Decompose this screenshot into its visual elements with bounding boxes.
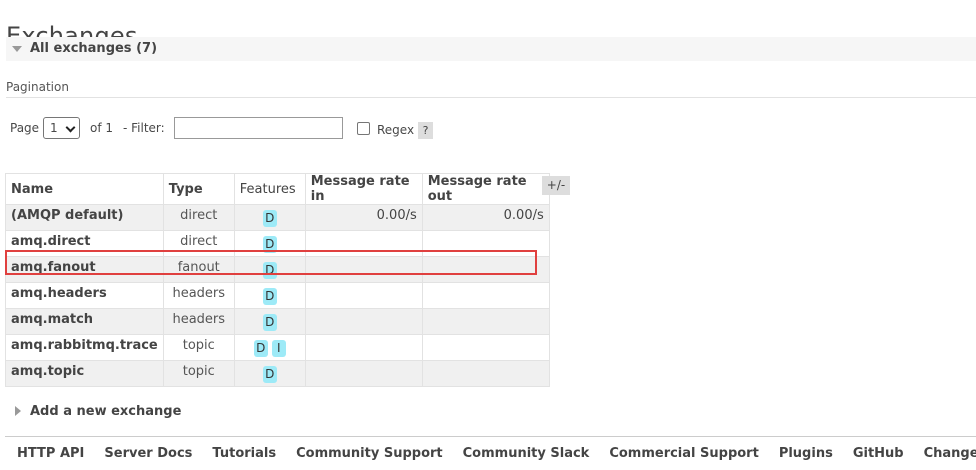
- exchange-name-link[interactable]: amq.rabbitmq.trace: [5, 334, 164, 361]
- message-rate-out: 0.00/s: [421, 204, 550, 231]
- features-cell: D: [233, 360, 306, 387]
- page-count-label: of 1: [90, 121, 114, 135]
- section-title: All exchanges (7): [30, 41, 158, 56]
- features-cell: D: [233, 282, 306, 309]
- features-cell: D: [233, 204, 306, 231]
- features-cell: D: [233, 230, 306, 257]
- footer-link[interactable]: Tutorials: [212, 446, 276, 461]
- table-row[interactable]: amq.rabbitmq.trace topic D I: [5, 334, 550, 361]
- features-cell: D: [233, 308, 306, 335]
- table-row[interactable]: amq.direct direct D: [5, 230, 550, 257]
- footer-link[interactable]: HTTP API: [17, 446, 84, 461]
- regex-help-button[interactable]: ?: [418, 122, 433, 139]
- filter-label: - Filter:: [123, 121, 165, 135]
- column-header-features: Features: [233, 173, 306, 205]
- exchange-type: headers: [162, 308, 235, 335]
- exchange-name-link[interactable]: amq.fanout: [5, 256, 164, 283]
- pagination-heading: Pagination: [6, 80, 69, 94]
- message-rate-out: [421, 334, 550, 361]
- footer-link[interactable]: Commercial Support: [609, 446, 759, 461]
- chevron-down-icon: [65, 122, 76, 133]
- exchange-type: topic: [162, 334, 235, 361]
- table-row[interactable]: amq.match headers D: [5, 308, 550, 335]
- message-rate-in: [304, 230, 423, 257]
- feature-badge: D: [262, 288, 277, 305]
- exchanges-table: Name Type Features Message rate in Messa…: [5, 173, 550, 387]
- footer-link[interactable]: Server Docs: [104, 446, 192, 461]
- column-header-type[interactable]: Type: [162, 173, 235, 205]
- message-rate-in: [304, 256, 423, 283]
- feature-badge: D: [262, 366, 277, 383]
- exchange-type: topic: [162, 360, 235, 387]
- message-rate-in: [304, 282, 423, 309]
- message-rate-in: [304, 360, 423, 387]
- footer-link[interactable]: Community Slack: [463, 446, 590, 461]
- exchange-type: headers: [162, 282, 235, 309]
- exchange-type: fanout: [162, 256, 235, 283]
- table-header-row: Name Type Features Message rate in Messa…: [5, 173, 550, 205]
- column-header-rate-in[interactable]: Message rate in: [304, 173, 423, 205]
- feature-badge: D: [262, 210, 277, 227]
- add-exchange-section-header[interactable]: Add a new exchange: [30, 404, 181, 419]
- page-select[interactable]: 1: [43, 117, 80, 139]
- table-row[interactable]: amq.fanout fanout D: [5, 256, 550, 283]
- column-header-rate-out[interactable]: Message rate out: [421, 173, 550, 205]
- all-exchanges-section-header[interactable]: All exchanges (7): [6, 37, 976, 61]
- features-cell: DI: [233, 334, 306, 361]
- column-header-name[interactable]: Name: [5, 173, 164, 205]
- table-row[interactable]: amq.headers headers D: [5, 282, 550, 309]
- message-rate-out: [421, 282, 550, 309]
- footer: HTTP API Server Docs Tutorials Community Su…: [17, 446, 976, 461]
- feature-badge: D: [262, 262, 277, 279]
- exchange-name-link[interactable]: (AMQP default): [5, 204, 164, 231]
- exchange-type: direct: [162, 230, 235, 257]
- message-rate-in: [304, 308, 423, 335]
- message-rate-out: [421, 360, 550, 387]
- expand-triangle-icon: [15, 406, 21, 416]
- exchange-name-link[interactable]: amq.topic: [5, 360, 164, 387]
- message-rate-in: [304, 334, 423, 361]
- divider: [6, 97, 976, 98]
- regex-checkbox[interactable]: [357, 122, 370, 135]
- features-cell: D: [233, 256, 306, 283]
- message-rate-out: [421, 256, 550, 283]
- page-label: Page: [10, 121, 40, 135]
- message-rate-out: [421, 230, 550, 257]
- message-rate-out: [421, 308, 550, 335]
- page-select-value: 1: [50, 121, 58, 135]
- filter-input[interactable]: [174, 117, 343, 139]
- regex-label: Regex: [377, 123, 415, 137]
- feature-badge: D: [262, 236, 277, 253]
- exchange-name-link[interactable]: amq.match: [5, 308, 164, 335]
- table-row[interactable]: (AMQP default) direct D 0.00/s 0.00/s: [5, 204, 550, 231]
- footer-link[interactable]: Plugins: [779, 446, 833, 461]
- feature-badge: D: [262, 314, 277, 331]
- feature-badge: D: [253, 340, 268, 357]
- exchange-name-link[interactable]: amq.headers: [5, 282, 164, 309]
- footer-link[interactable]: Community Support: [296, 446, 443, 461]
- footer-link[interactable]: Changelog: [924, 446, 976, 461]
- exchange-name-link[interactable]: amq.direct: [5, 230, 164, 257]
- footer-link[interactable]: GitHub: [853, 446, 904, 461]
- footer-divider: [5, 436, 976, 437]
- feature-badge: I: [271, 340, 286, 357]
- collapse-triangle-icon: [12, 46, 22, 52]
- columns-toggle-button[interactable]: +/-: [542, 176, 570, 195]
- table-row[interactable]: amq.topic topic D: [5, 360, 550, 387]
- message-rate-in: 0.00/s: [304, 204, 423, 231]
- exchange-type: direct: [162, 204, 235, 231]
